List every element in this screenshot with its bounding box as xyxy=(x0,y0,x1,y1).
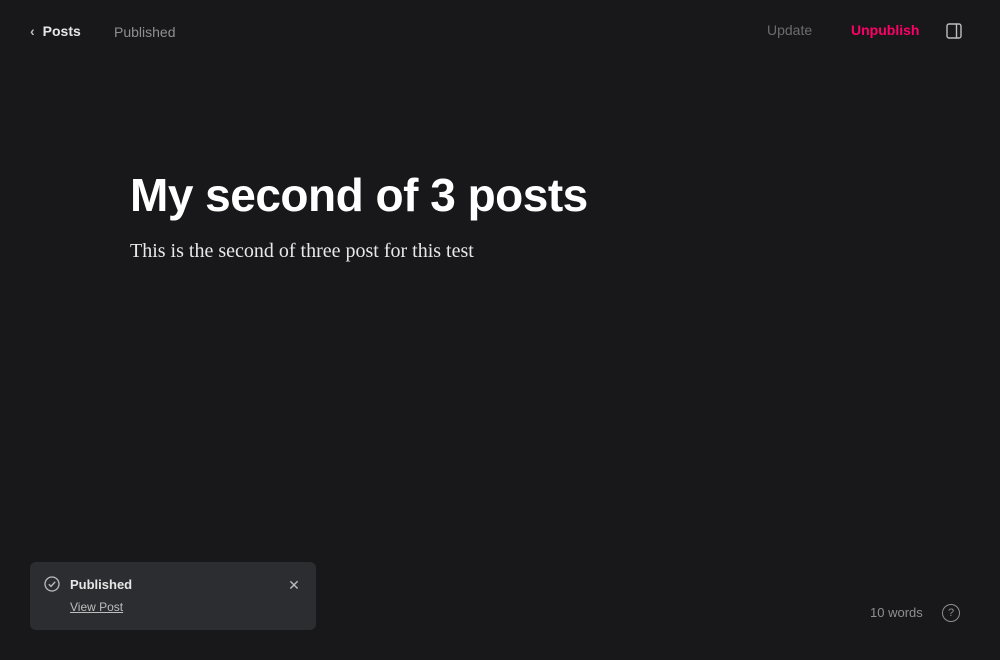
chevron-left-icon: ‹ xyxy=(30,23,35,39)
toast-title: Published xyxy=(70,577,133,592)
published-check-icon xyxy=(44,576,60,592)
back-link-label: Posts xyxy=(42,23,81,39)
editor-topbar: ‹ Posts Published Update Unpublish xyxy=(0,0,1000,64)
word-count: 10 words xyxy=(870,605,923,620)
close-icon[interactable]: ✕ xyxy=(286,578,302,594)
post-body[interactable]: This is the second of three post for thi… xyxy=(130,240,870,263)
post-status: Published xyxy=(114,24,176,40)
back-to-posts-link[interactable]: ‹ Posts xyxy=(30,23,81,39)
unpublish-button[interactable]: Unpublish xyxy=(851,22,919,38)
post-title[interactable]: My second of 3 posts xyxy=(130,160,870,230)
post-editor-page: ‹ Posts Published Update Unpublish My se… xyxy=(0,0,1000,660)
view-post-link[interactable]: View Post xyxy=(70,600,123,614)
post-editor[interactable]: My second of 3 posts This is the second … xyxy=(130,160,870,263)
published-toast: Published View Post ✕ xyxy=(30,562,316,630)
sidebar-toggle-icon[interactable] xyxy=(946,23,962,39)
help-icon[interactable]: ? xyxy=(942,604,960,622)
update-button[interactable]: Update xyxy=(767,22,812,38)
